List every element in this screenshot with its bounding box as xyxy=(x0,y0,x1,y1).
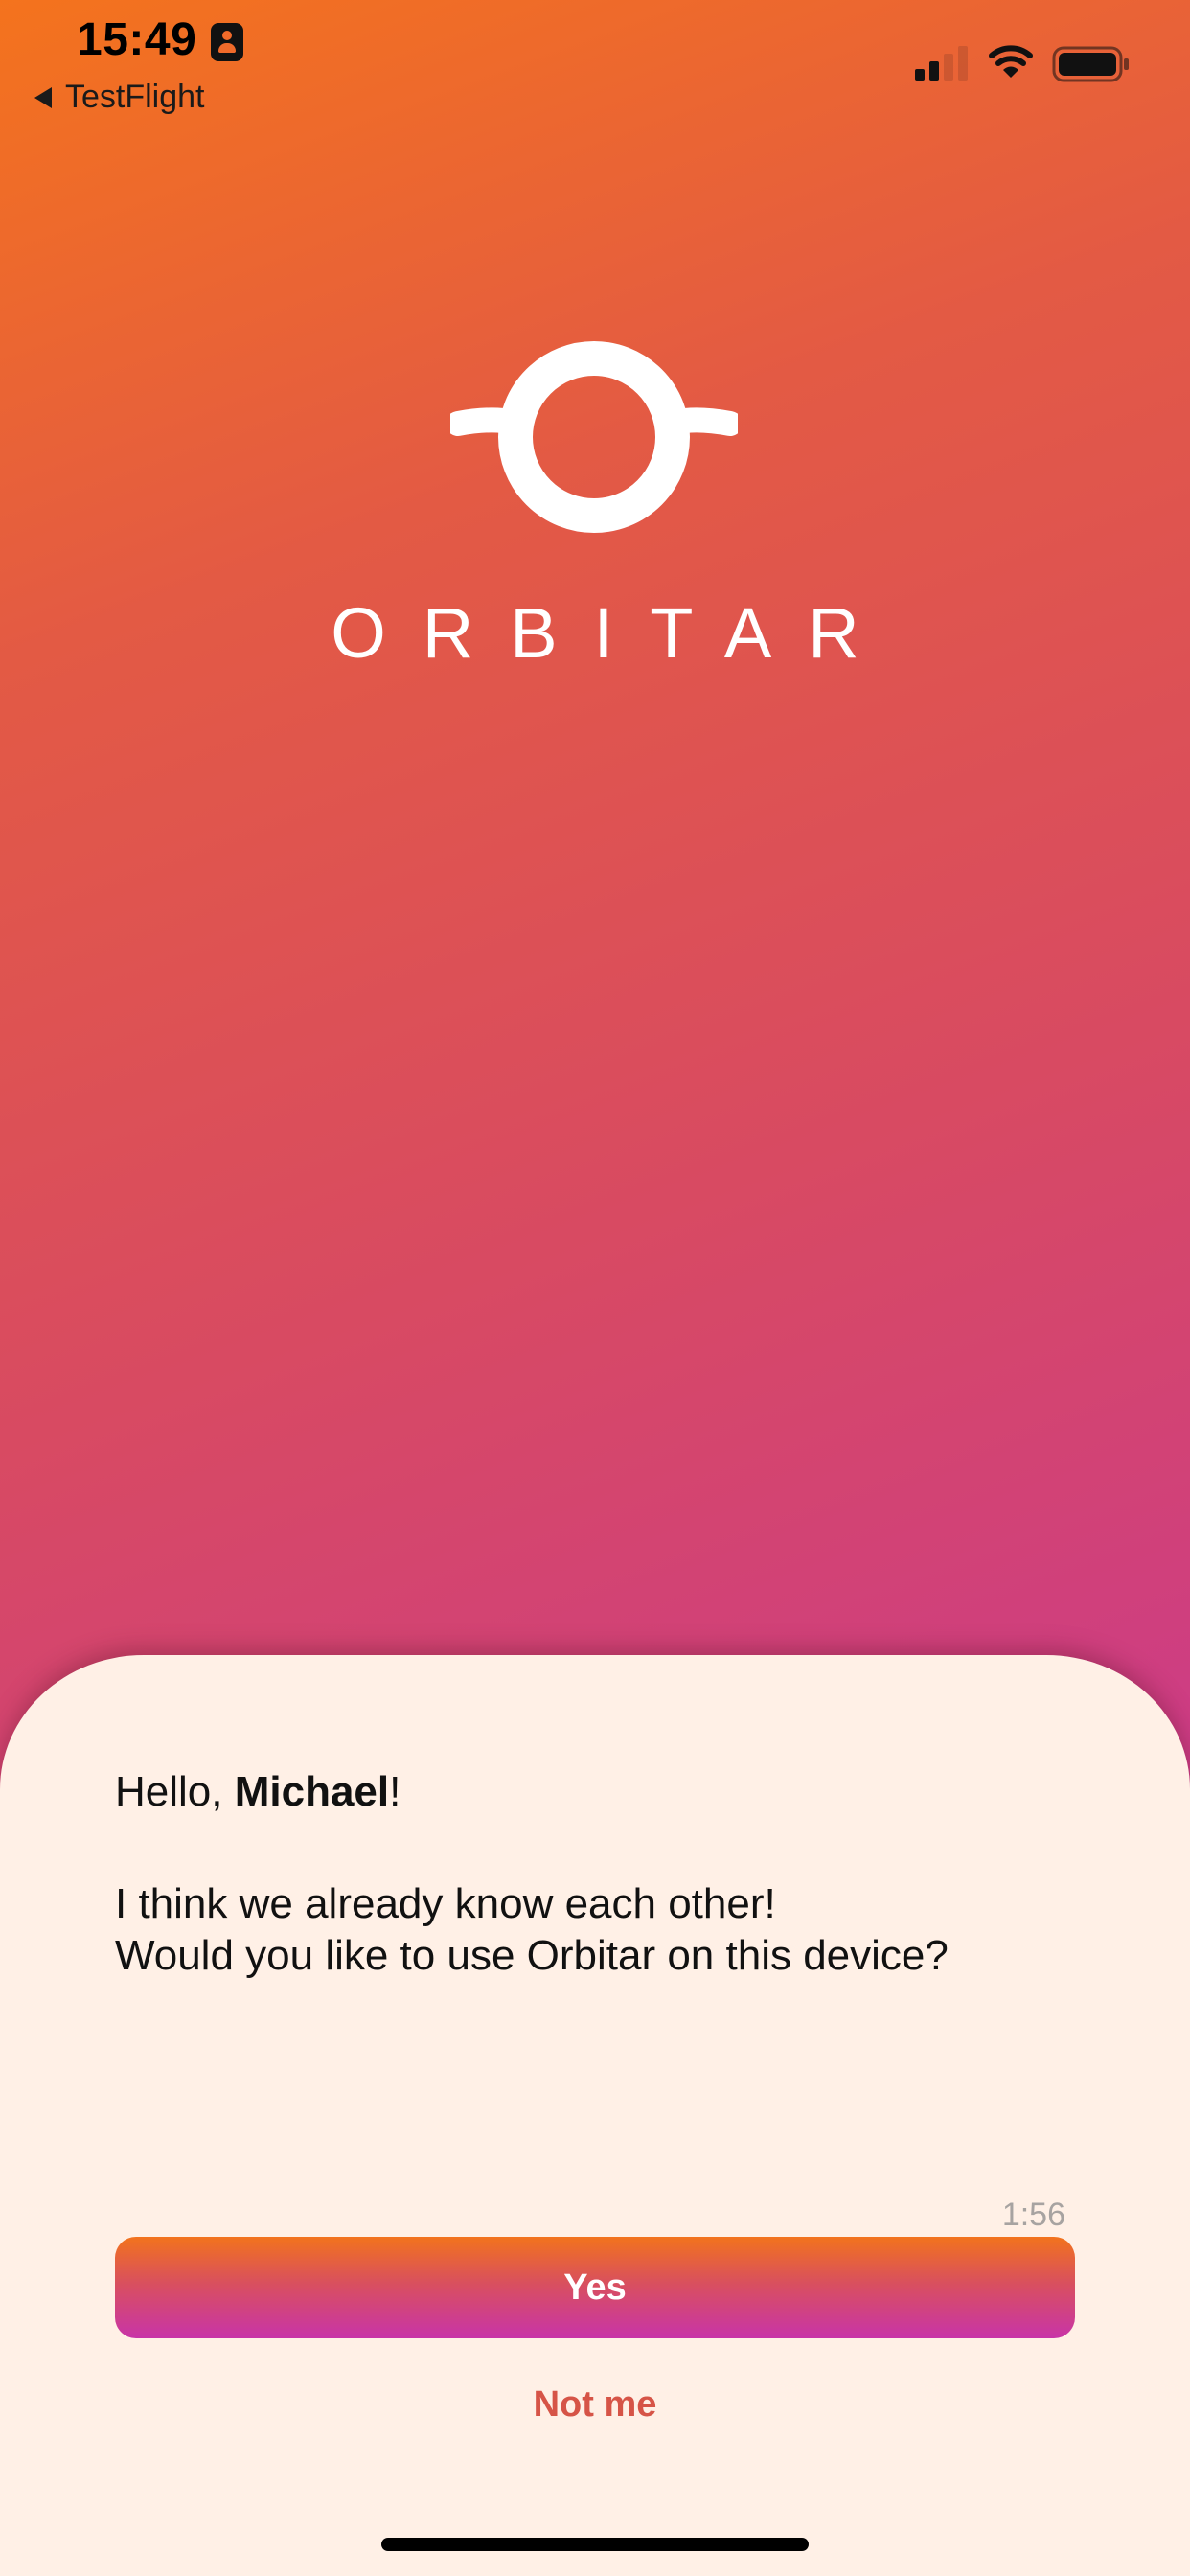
greeting-text: Hello, Michael! xyxy=(115,1768,400,1816)
cellular-signal-icon xyxy=(915,46,968,80)
status-time: 15:49 xyxy=(77,14,197,65)
wifi-icon xyxy=(989,45,1033,78)
contact-badge-icon xyxy=(211,23,243,61)
message-line-1: I think we already know each other! xyxy=(115,1880,776,1927)
back-to-testflight-link[interactable]: TestFlight xyxy=(34,79,205,116)
back-link-label: TestFlight xyxy=(65,79,205,115)
user-name: Michael xyxy=(234,1768,390,1815)
yes-button[interactable]: Yes xyxy=(115,2237,1075,2338)
not-me-button[interactable]: Not me xyxy=(0,2384,1190,2426)
home-indicator[interactable] xyxy=(381,2538,809,2551)
back-arrow-icon xyxy=(34,86,52,108)
message-line-2: Would you like to use Orbitar on this de… xyxy=(115,1932,949,1979)
greeting-suffix: ! xyxy=(389,1768,401,1815)
brand-wordmark: ORBITAR xyxy=(331,593,896,673)
countdown-timer: 1:56 xyxy=(1001,2196,1065,2233)
orbitar-logo-icon xyxy=(450,341,738,533)
battery-icon xyxy=(1052,46,1129,82)
confirmation-message: I think we already know each other! Woul… xyxy=(115,1878,1092,1982)
greeting-prefix: Hello, xyxy=(115,1768,235,1815)
